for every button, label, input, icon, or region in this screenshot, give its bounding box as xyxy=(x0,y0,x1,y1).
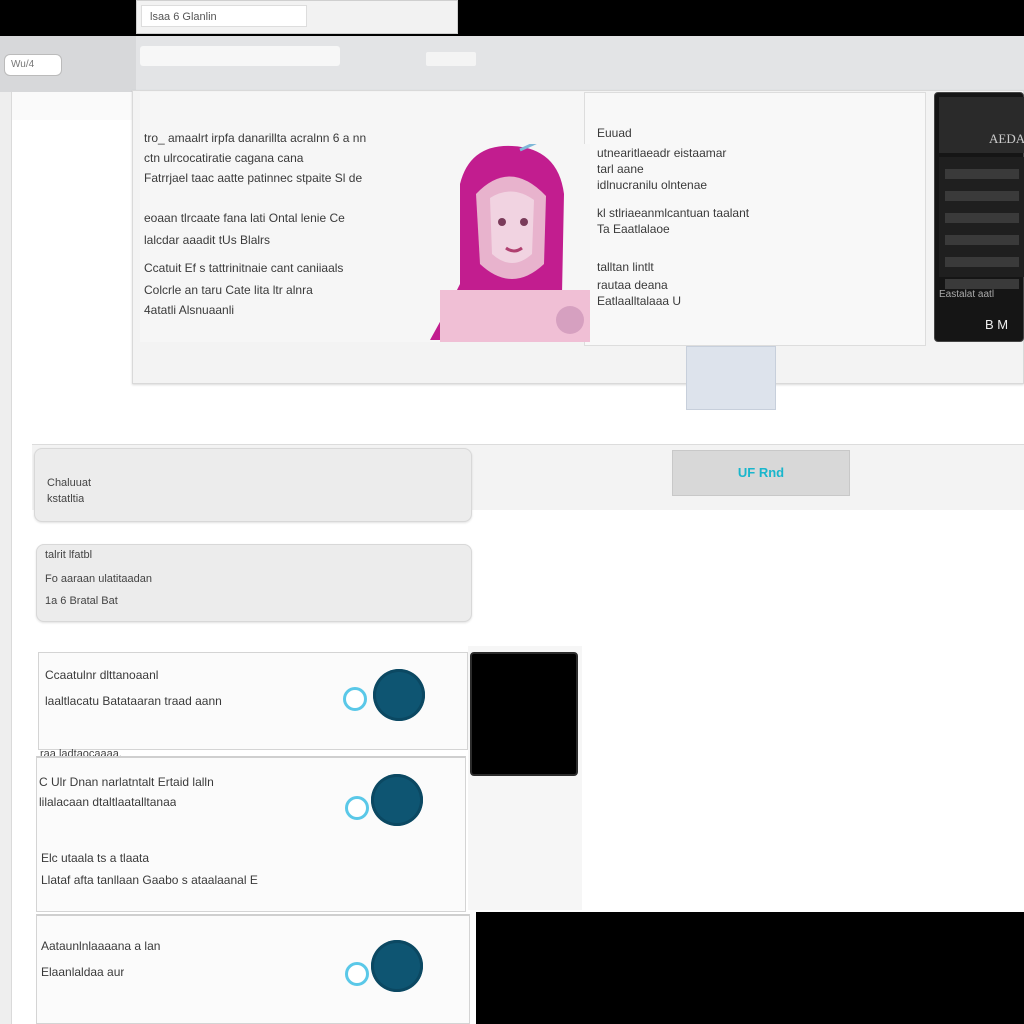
toolbar: Wu/4 xyxy=(0,36,1024,92)
list-item-detail: Elc utaala ts a tlaata xyxy=(41,851,150,865)
search-card-line: kstatltia xyxy=(47,493,85,505)
status-ring-icon xyxy=(343,687,367,711)
filter-button[interactable]: UF Rnd xyxy=(672,450,850,496)
list-item-subtitle: lilalacaan dtaltlaatalltanaa xyxy=(39,795,177,809)
list-item-subtitle: Elaanlaldaa aur xyxy=(41,965,125,979)
portrait-illustration xyxy=(430,144,590,342)
toolbar-pill-button[interactable] xyxy=(426,52,476,66)
doc-line: utnearitlaeadr eistaamar xyxy=(597,146,727,160)
doc-line: Ccatuit Ef s tattrinitnaie cant caniiaal… xyxy=(144,261,344,275)
tab-field: lsaa 6 Glanlin xyxy=(141,5,307,27)
list-item-title: C Ulr Dnan narlatntalt Ertaid lalln xyxy=(39,775,214,789)
toggle-switch[interactable] xyxy=(371,774,423,826)
list-item-title: Aataunlnlaaaana a lan xyxy=(41,939,161,953)
info-card-line: 1a 6 Bratal Bat xyxy=(45,595,118,607)
window-tab[interactable]: lsaa 6 Glanlin xyxy=(136,0,458,34)
list-item[interactable]: Aataunlnlaaaana a lan Elaanlaldaa aur xyxy=(36,914,470,1024)
doc-line: ctn ulrcocatiratie cagana cana xyxy=(144,151,304,165)
info-card-line: Fo aaraan ulatitaadan xyxy=(45,573,153,585)
doc-line: tro_ amaalrt irpfa danarillta acralnn 6 … xyxy=(144,131,367,145)
list-item[interactable]: C Ulr Dnan narlatntalt Ertaid lalln lila… xyxy=(36,756,466,912)
address-field[interactable] xyxy=(140,46,340,66)
dark-page-footer: Eastalat aatl xyxy=(939,289,995,300)
search-card-line: Chaluuat xyxy=(47,477,92,489)
doc-line: Ta Eaatlalaoe xyxy=(597,222,670,236)
doc-line: Eatlaalltalaaa U xyxy=(597,294,682,308)
drop-marker xyxy=(686,346,776,410)
doc-line: kl stlriaeanmlcantuan taalant xyxy=(597,206,750,220)
doc-line: 4atatli Alsnuaanli xyxy=(144,303,235,317)
doc-line: rautaa deana xyxy=(597,278,668,292)
dark-page-body xyxy=(939,157,1024,289)
preview-thumbnail[interactable] xyxy=(470,652,578,776)
doc-line: talltan lintlt xyxy=(597,260,654,274)
doc-line: idlnucranilu olntenae xyxy=(597,178,708,192)
doc-line: eoaan tlrcaate fana lati Ontal lenie Ce xyxy=(144,211,345,225)
toggle-switch[interactable] xyxy=(371,940,423,992)
toggle-switch[interactable] xyxy=(373,669,425,721)
tab-label: lsaa 6 Glanlin xyxy=(150,11,217,23)
info-card-line: talrit lfatbl xyxy=(45,549,93,561)
left-sidebar-strip xyxy=(0,92,12,1024)
doc-line: Euuad xyxy=(597,126,632,140)
search-card[interactable]: Chaluuat kstatltia xyxy=(34,448,472,522)
document-right-column: Euuad utnearitlaeadr eistaamar tarl aane… xyxy=(584,92,926,346)
dark-page-thumbnail[interactable]: AEDAL Eastalat aatl B M xyxy=(934,92,1024,342)
status-ring-icon xyxy=(345,962,369,986)
toolbar-left-button[interactable]: Wu/4 xyxy=(0,36,136,92)
list-item[interactable]: Ccaatulnr dlttanoaanl laaltlacatu Batata… xyxy=(38,652,468,750)
status-ring-icon xyxy=(345,796,369,820)
bottom-dark-area xyxy=(476,912,1024,1024)
doc-line: tarl aane xyxy=(597,162,644,176)
doc-line: Colcrle an taru Cate lita ltr alnra xyxy=(144,283,313,297)
toolbar-badge: Wu/4 xyxy=(4,54,62,76)
list-item-subtitle: laaltlacatu Batataaran traad aann xyxy=(45,694,222,708)
list-item-detail: Llataf afta tanllaan Gaabo s ataalaanal … xyxy=(41,873,258,887)
info-card[interactable]: talrit lfatbl Fo aaraan ulatitaadan 1a 6… xyxy=(36,544,472,622)
doc-line: Fatrrjael taac aatte patinnec stpaite Sl… xyxy=(144,171,363,185)
dark-page-number: B M xyxy=(985,317,1009,332)
doc-line: lalcdar aaadit tUs Blalrs xyxy=(144,233,271,247)
list-item-title: Ccaatulnr dlttanoaanl xyxy=(45,668,159,682)
dark-page-header: AEDAL xyxy=(939,97,1024,153)
